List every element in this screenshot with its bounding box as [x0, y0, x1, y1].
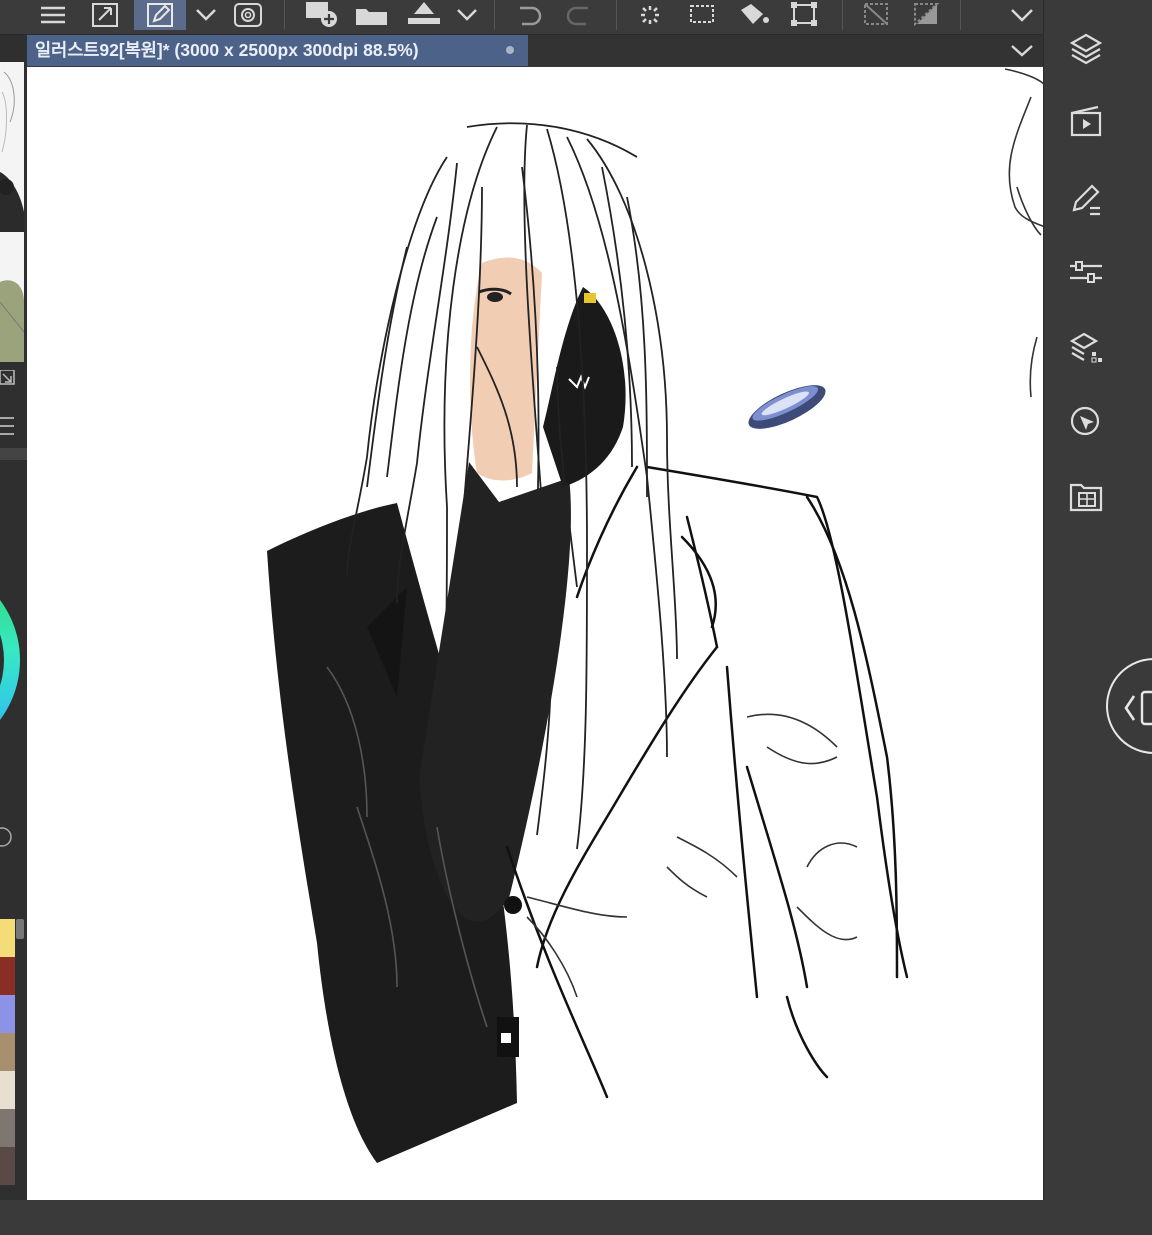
dropdown-icon[interactable]: [452, 0, 482, 30]
top-toolbar: [0, 0, 1043, 35]
document-tab[interactable]: 일러스트92[복원]* (3000 x 2500px 300dpi 88.5%): [27, 35, 528, 66]
invert-icon[interactable]: [906, 0, 946, 30]
sub-tool-icon[interactable]: [1066, 180, 1106, 220]
palette-swatch[interactable]: [0, 1109, 15, 1147]
document-title: 일러스트92[복원]* (3000 x 2500px 300dpi 88.5%): [35, 40, 419, 60]
chevron-down-icon: [1011, 45, 1033, 57]
menu-icon[interactable]: [36, 0, 70, 30]
left-tool-strip: [0, 369, 27, 460]
select-icon[interactable]: [784, 0, 824, 30]
fill-icon[interactable]: [402, 0, 446, 30]
left-panel: [0, 35, 27, 1200]
palette-scrollbar[interactable]: [16, 919, 24, 939]
open-folder-icon[interactable]: [352, 0, 392, 30]
animation-icon[interactable]: [1066, 102, 1106, 142]
color-palette: [0, 919, 15, 1235]
spiral-icon[interactable]: [228, 0, 268, 30]
tab-strip: [528, 35, 1043, 66]
palette-swatch[interactable]: [0, 1071, 15, 1109]
fill-bucket-icon[interactable]: [734, 0, 774, 30]
layer-property-icon[interactable]: [1066, 328, 1106, 368]
transform-icon[interactable]: [682, 0, 722, 30]
redo-icon[interactable]: [560, 0, 600, 30]
canvas-artwork: [267, 68, 1043, 1163]
palette-swatch[interactable]: [0, 1033, 15, 1071]
undo-icon[interactable]: [508, 0, 548, 30]
clear-icon[interactable]: [856, 0, 896, 30]
palette-swatch[interactable]: [0, 995, 15, 1033]
material-icon[interactable]: [1066, 476, 1106, 516]
tool-property-icon[interactable]: [1066, 252, 1106, 292]
right-panel: [1043, 0, 1152, 1200]
chevron-left-icon: [1124, 690, 1152, 726]
drawing-canvas[interactable]: [27, 67, 1043, 1200]
unsaved-indicator-icon: [506, 46, 514, 54]
palette-swatch[interactable]: [0, 957, 15, 995]
tab-list-dropdown-button[interactable]: [1008, 38, 1036, 62]
loading-icon[interactable]: [630, 0, 670, 30]
dropdown-icon[interactable]: [192, 0, 220, 30]
navigator-preview[interactable]: [0, 62, 24, 362]
pen-tool-button[interactable]: [134, 0, 186, 30]
color-wheel[interactable]: [0, 545, 24, 775]
palette-swatch[interactable]: [0, 1147, 15, 1185]
palette-swatch[interactable]: [0, 919, 15, 957]
export-icon[interactable]: [88, 0, 122, 30]
layers-icon[interactable]: [1066, 28, 1106, 68]
panel-collapse-button[interactable]: [1106, 658, 1152, 754]
navigator-icon[interactable]: [1066, 402, 1106, 442]
pen-icon: [147, 3, 173, 27]
new-layer-icon[interactable]: [300, 0, 340, 30]
dropdown-icon[interactable]: [1006, 0, 1038, 30]
color-settings-icon[interactable]: [0, 825, 14, 849]
